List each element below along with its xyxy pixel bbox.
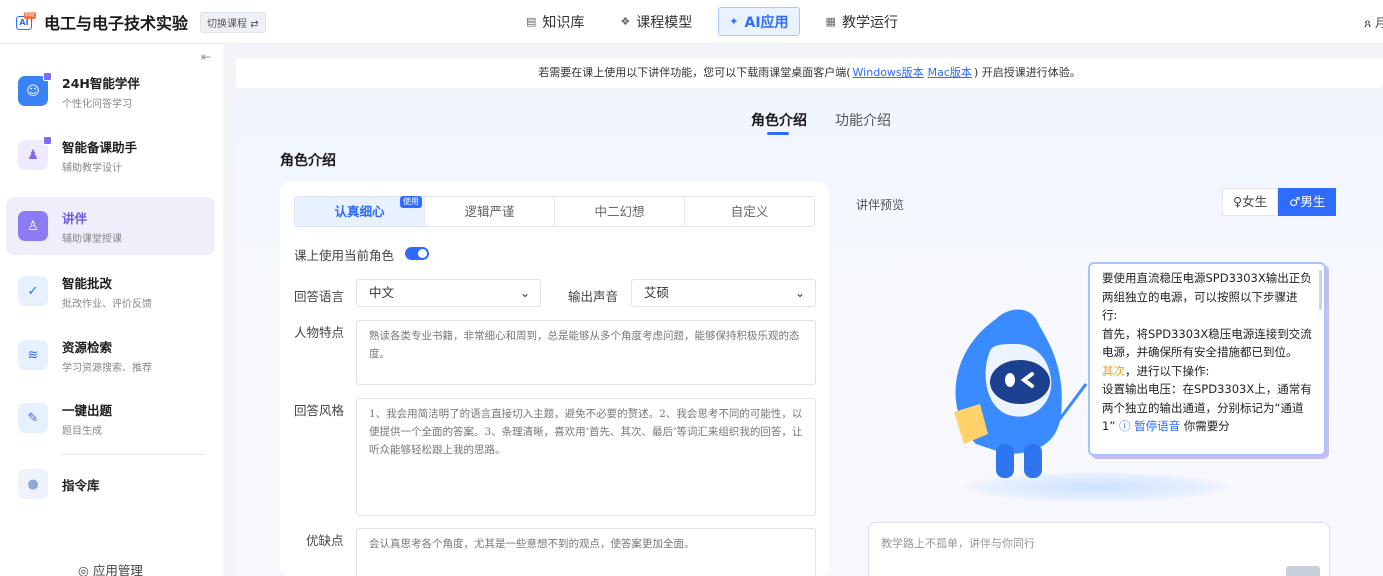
book-icon: ▤ [526,15,537,28]
top-header: AI 四班 电工与电子技术实验 切换课程 ⇄ ▤ 知识库 ❖ 课程模型 ✦ AI应用 … [0,0,1383,44]
sidebar-item-lecture-companion[interactable]: ♙ 讲伴 辅助课堂授课 [6,197,215,255]
voice-label: 输出声音 [568,289,619,304]
preview-chat-input[interactable]: 教学路上不孤单，讲伴与你同行 [868,522,1330,576]
role-form: 认真细心 使用 逻辑严谨 中二幻想 自定义 课上使用当前角色 回答语言 中文 ⌄ 输… [280,182,829,576]
sidebar-item-learning-partner[interactable]: ☺ 24H智能学伴 个性化问答学习 [6,62,215,120]
course-title: 电工与电子技术实验 [44,14,189,33]
send-button[interactable] [1286,566,1320,576]
model-icon: ❖ [620,15,631,28]
sidebar-item-grading[interactable]: ✓ 智能批改 批改作业、评价反馈 [6,262,215,320]
language-select[interactable]: 中文 ⌄ [356,279,541,307]
top-nav: ▤ 知识库 ❖ 课程模型 ✦ AI应用 ▦ 教学运行 [516,7,924,36]
tab-feature-intro[interactable]: 功能介绍 [835,110,891,130]
layers-icon: ≋ [18,340,48,370]
brand: AI 四班 电工与电子技术实验 切换课程 ⇄ [14,10,266,34]
app-logo-icon: AI 四班 [14,12,38,32]
trait-label: 人物特点 [294,325,345,340]
style-tab-fantasy[interactable]: 中二幻想 [555,197,685,226]
in-use-badge: 使用 [400,196,422,208]
ai-spark-icon: ✦ [729,15,739,28]
voice-select[interactable]: 艾硕 ⌄ [631,279,816,307]
preview-label: 讲伴预览 [856,198,905,212]
robot-icon: ☺ [18,72,52,106]
windows-download-link[interactable]: Windows版本 [853,66,924,79]
bulb-icon: ● [18,469,48,499]
style-tab-custom[interactable]: 自定义 [685,197,814,226]
pros-cons-textarea[interactable]: 会认真思考各个角度，尤其是一些意想不到的观点，使答案更加全面。 [356,528,816,576]
language-label: 回答语言 [294,289,345,304]
answer-style-label: 回答风格 [294,403,345,418]
female-voice-button[interactable]: ♀女生 [1222,188,1279,216]
nav-ai-apps[interactable]: ✦ AI应用 [718,7,800,36]
speech-bubble: 要使用直流稳压电源SPD3303X输出正负两组独立的电源，可以按照以下步骤进行:… [1088,262,1326,456]
main-tabs: 角色介绍 功能介绍 [751,110,919,135]
switch-course-button[interactable]: 切换课程 ⇄ [200,11,266,33]
desktop-client-notice: 若需要在课上使用以下讲伴功能，您可以下载雨课堂桌面客户端(Windows版本 Ma… [236,58,1383,88]
app-manage-link[interactable]: ◎ 应用管理 [78,560,143,576]
nav-course-model[interactable]: ❖ 课程模型 [610,7,702,36]
grid-icon: ▦ [825,15,836,28]
section-title: 角色介绍 [280,153,336,169]
pros-cons-label: 优缺点 [306,533,344,548]
edit-icon: ✎ [18,403,48,433]
mascot-robot-image [954,309,1088,478]
nav-knowledge-base[interactable]: ▤ 知识库 [516,7,594,36]
teacher-icon: ♟ [18,136,52,170]
sidebar: ⇤ ☺ 24H智能学伴 个性化问答学习 ♟ 智能备课助手 辅助教学设计 ♙ 讲伴 辅助… [0,44,223,576]
pause-voice-button[interactable]: ⓘ 暂停语音 [1119,419,1180,433]
chevron-down-icon: ⌄ [794,286,805,300]
gender-toggle: ♀女生 ♂男生 [1222,188,1337,216]
sidebar-item-question-gen[interactable]: ✎ 一键出题 题目生成 [6,389,215,447]
style-tabs: 认真细心 使用 逻辑严谨 中二幻想 自定义 [294,196,815,227]
style-tab-logical[interactable]: 逻辑严谨 [425,197,555,226]
trait-textarea[interactable]: 熟读各类专业书籍，非常细心和周到，总是能够从多个角度考虑问题，能够保持积极乐观的… [356,320,816,385]
nav-teaching-operation[interactable]: ▦ 教学运行 [816,7,908,36]
chevron-down-icon: ⌄ [519,286,530,300]
main-panel: 角色介绍 功能介绍 角色介绍 认真细心 使用 逻辑严谨 中二幻想 自定义 课上使用… [236,94,1383,576]
answer-style-textarea[interactable]: 1、我会用简洁明了的语言直接切入主题，避免不必要的赘述。2、我会思考不同的可能性… [356,398,816,516]
user-menu[interactable]: ጸ 月 [1364,14,1383,31]
male-voice-button[interactable]: ♂男生 [1278,188,1337,216]
style-tab-careful[interactable]: 认真细心 使用 [295,196,425,226]
lecture-icon: ♙ [18,211,48,241]
use-role-label: 课上使用当前角色 [294,248,395,263]
sidebar-item-prompt-library[interactable]: ● 指令库 [6,455,215,513]
use-role-toggle[interactable] [405,247,429,260]
check-icon: ✓ [18,276,48,306]
sidebar-item-lesson-prep[interactable]: ♟ 智能备课助手 辅助教学设计 [6,126,215,184]
sidebar-item-resource-search[interactable]: ≋ 资源检索 学习资源搜索、推荐 [6,326,215,384]
mac-download-link[interactable]: Mac版本 [928,66,972,79]
bubble-scrollbar[interactable] [1319,270,1322,310]
tab-role-intro[interactable]: 角色介绍 [751,110,807,135]
